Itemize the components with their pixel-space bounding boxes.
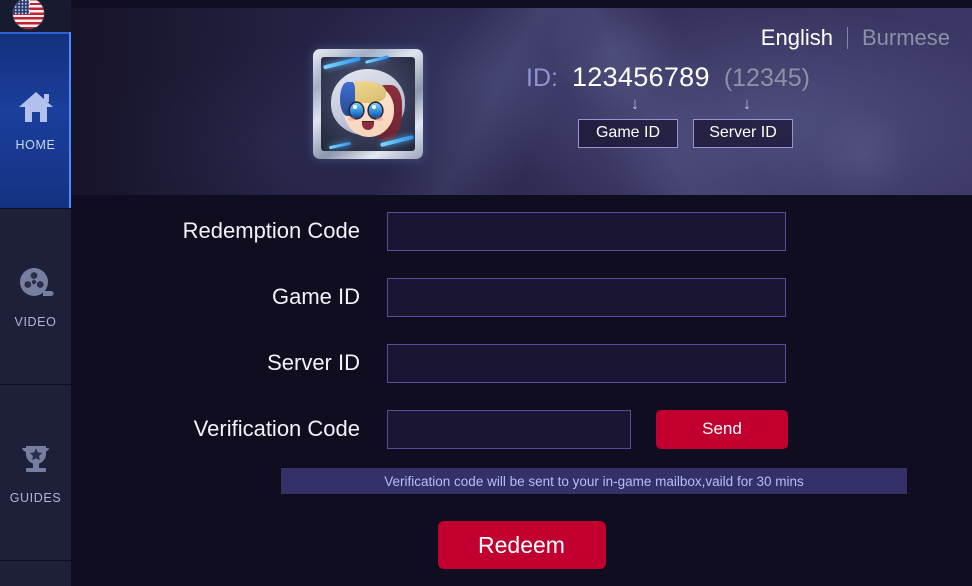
- verification-notice: Verification code will be sent to your i…: [281, 468, 907, 494]
- server-id-label: Server ID: [267, 350, 360, 375]
- server-id-value: (12345): [723, 64, 810, 92]
- account-banner: English Burmese ID: 123456789 (12345) ↓ …: [71, 8, 972, 195]
- language-option-burmese[interactable]: Burmese: [862, 27, 950, 49]
- sidebar-item-guides[interactable]: GUIDES: [0, 384, 71, 560]
- account-id-block: ID: 123456789 (12345) ↓ ↓ Game ID Server…: [526, 62, 810, 148]
- form-row-verification-code: Verification Code Send: [71, 406, 972, 452]
- language-switcher: English Burmese: [761, 27, 950, 49]
- redeem-button[interactable]: Redeem: [437, 521, 606, 569]
- main-panel: English Burmese ID: 123456789 (12345) ↓ …: [71, 0, 972, 586]
- film-reel-icon: [17, 265, 55, 303]
- game-id-input[interactable]: [387, 277, 786, 317]
- language-flag-bar: [0, 0, 71, 32]
- sidebar-item-home[interactable]: HOME: [0, 32, 71, 208]
- tag-game-id[interactable]: Game ID: [578, 119, 678, 148]
- tag-server-id[interactable]: Server ID: [693, 119, 793, 148]
- id-arrow-row: ↓ ↓: [526, 95, 810, 119]
- verification-code-label: Verification Code: [193, 416, 360, 441]
- game-id-label: Game ID: [271, 284, 360, 309]
- arrow-down-icon-server-id: ↓: [742, 94, 752, 113]
- redemption-code-label: Redemption Code: [182, 218, 360, 243]
- top-strip: [71, 0, 972, 8]
- redemption-form: Redemption Code Game ID Server ID Verifi…: [71, 195, 972, 586]
- sidebar: HOME VIDEO GUIDES: [0, 0, 71, 586]
- avatar: [313, 49, 423, 159]
- redeem-button-wrap: Redeem: [71, 521, 972, 569]
- form-row-redemption-code: Redemption Code: [71, 208, 972, 254]
- sidebar-item-guides-label: GUIDES: [9, 490, 62, 505]
- language-option-english[interactable]: English: [761, 27, 833, 49]
- verification-code-input[interactable]: [387, 409, 631, 449]
- arrow-down-icon-game-id: ↓: [630, 94, 640, 113]
- form-row-server-id: Server ID: [71, 340, 972, 386]
- account-id-line: ID: 123456789 (12345): [526, 62, 810, 93]
- sidebar-item-next[interactable]: [0, 560, 71, 581]
- sidebar-item-home-label: HOME: [15, 138, 56, 152]
- redemption-code-input[interactable]: [387, 211, 786, 251]
- game-id-value: 123456789: [571, 62, 710, 92]
- send-button[interactable]: Send: [656, 409, 788, 449]
- redemption-page: HOME VIDEO GUIDES English Burmese ID: 12…: [0, 0, 972, 586]
- us-flag-icon[interactable]: [13, 0, 44, 29]
- form-row-game-id: Game ID: [71, 274, 972, 320]
- trophy-icon: [17, 441, 55, 479]
- language-separator: [846, 27, 848, 49]
- sidebar-item-video[interactable]: VIDEO: [0, 208, 71, 384]
- server-id-input[interactable]: [387, 343, 786, 383]
- home-icon: [17, 88, 55, 126]
- account-id-label: ID:: [526, 64, 558, 92]
- sidebar-item-video-label: VIDEO: [14, 314, 57, 329]
- id-tag-row: Game ID Server ID: [578, 119, 810, 148]
